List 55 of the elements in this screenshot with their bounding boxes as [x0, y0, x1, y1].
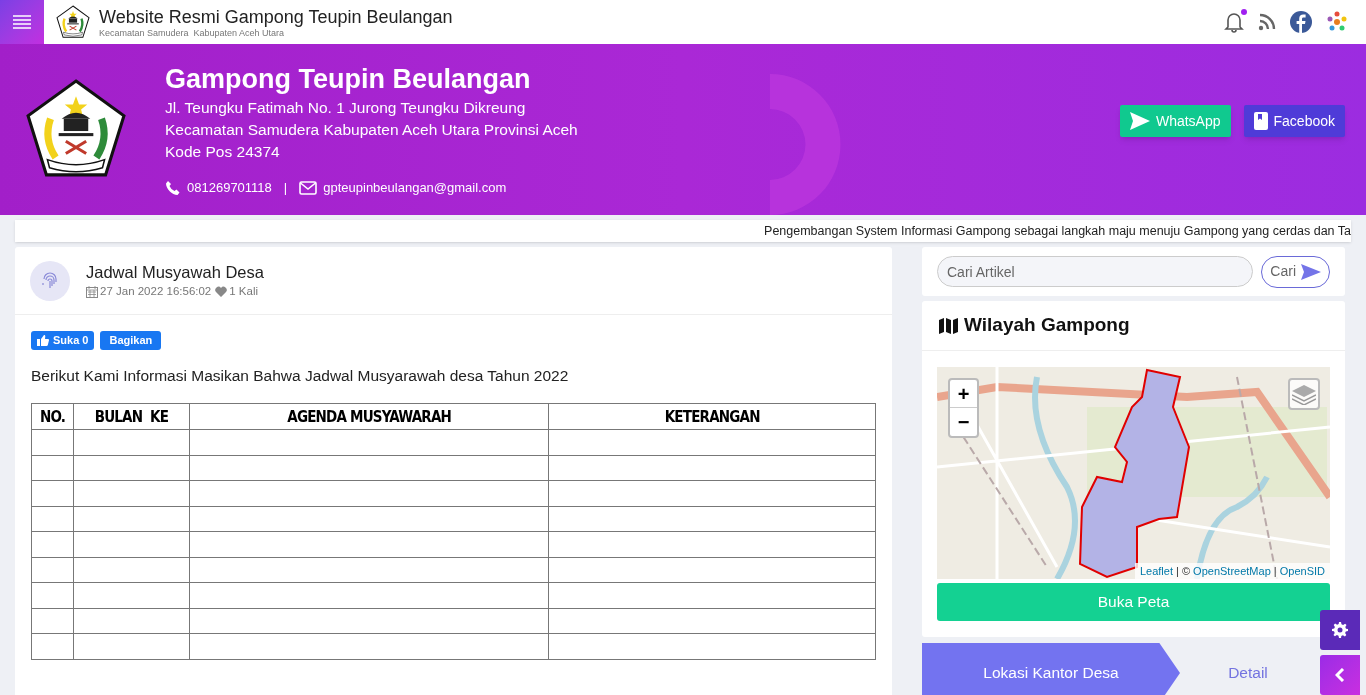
settings-button[interactable]: [1320, 610, 1360, 650]
fingerprint-icon: [40, 270, 60, 291]
thumbs-up-icon: [37, 335, 49, 346]
layers-icon: [1292, 383, 1316, 405]
share-button[interactable]: Bagikan: [100, 331, 162, 350]
village-emblem-logo: [56, 5, 90, 39]
article-date: 27 Jan 2022 16:56:02: [100, 283, 212, 299]
facebook-button[interactable]: Facebook: [1243, 105, 1345, 137]
column-header: NO.: [31, 403, 74, 430]
attribution-text: | ©: [1175, 564, 1192, 577]
send-icon: [1301, 263, 1321, 280]
email-address: gpteupinbeulangan@gmail.com: [323, 179, 507, 197]
phone-icon: [165, 179, 181, 196]
like-button[interactable]: Suka 0: [31, 331, 95, 350]
column-header: AGENDA MUSYAWARAH: [189, 403, 549, 430]
settings-icon: [1332, 622, 1348, 638]
column-header: BULAN KE: [73, 403, 190, 430]
heart-icon: [215, 286, 228, 297]
menu-button[interactable]: [0, 0, 44, 44]
notification-bell-icon[interactable]: [1224, 11, 1244, 33]
zoom-in-button[interactable]: +: [950, 380, 977, 408]
collapse-button[interactable]: [1320, 655, 1360, 695]
office-tab[interactable]: Detail: [1180, 643, 1316, 695]
rss-icon[interactable]: [1258, 13, 1276, 31]
column-header: KETERANGAN: [548, 403, 876, 430]
chevron-left-icon: [1335, 668, 1345, 682]
address-line: Jl. Teungku Fatimah No. 1 Jurong Teungku Dikreung: [165, 98, 527, 118]
attribution-text: |: [1272, 564, 1278, 577]
colorful-people-icon[interactable]: [1326, 11, 1348, 33]
mail-icon: [299, 180, 318, 195]
village-name: Gampong Teupin Beulangan: [165, 63, 532, 96]
map-card-title: Wilayah Gampong: [964, 313, 1130, 338]
article-title: Jadwal Musyawah Desa: [86, 261, 264, 283]
bookmark-icon: [1253, 112, 1268, 130]
attribution-link[interactable]: OpenSID: [1279, 564, 1325, 577]
site-title: Website Resmi Gampong Teupin Beulangan: [99, 5, 453, 28]
article-intro: Berikut Kami Informasi Masikan Bahwa Jadwal Musyarawah desa Tahun 2022: [31, 366, 570, 386]
menu-icon: [13, 15, 31, 29]
office-tab[interactable]: Lokasi Kantor Desa: [922, 643, 1180, 695]
search-field[interactable]: Cari Artikel: [937, 256, 1254, 287]
calendar-icon: [86, 285, 98, 298]
send-icon: [1129, 112, 1150, 130]
address-line: Kode Pos 24374: [165, 142, 281, 162]
phone-number: 081269701118: [187, 179, 272, 197]
zoom-out-button[interactable]: −: [950, 408, 977, 436]
view-count: 1 Kali: [229, 283, 259, 299]
map-icon: [939, 317, 958, 334]
layers-button[interactable]: [1288, 378, 1320, 410]
site-subtitle: Kecamatan Samudera Kabupaten Aceh Utara: [99, 27, 286, 39]
facebook-icon[interactable]: [1290, 11, 1312, 33]
address-line: Kecamatan Samudera Kabupaten Aceh Utara Provinsi Aceh: [165, 120, 578, 140]
separator: |: [283, 179, 288, 197]
attribution-link[interactable]: OpenStreetMap: [1193, 564, 1271, 577]
attribution-link[interactable]: Leaflet: [1139, 564, 1173, 577]
ticker-text: Pengembangan System Informasi Gampong sebagai langkah maju menuju Gampong yang cerdas dan Ta: [764, 222, 1351, 240]
